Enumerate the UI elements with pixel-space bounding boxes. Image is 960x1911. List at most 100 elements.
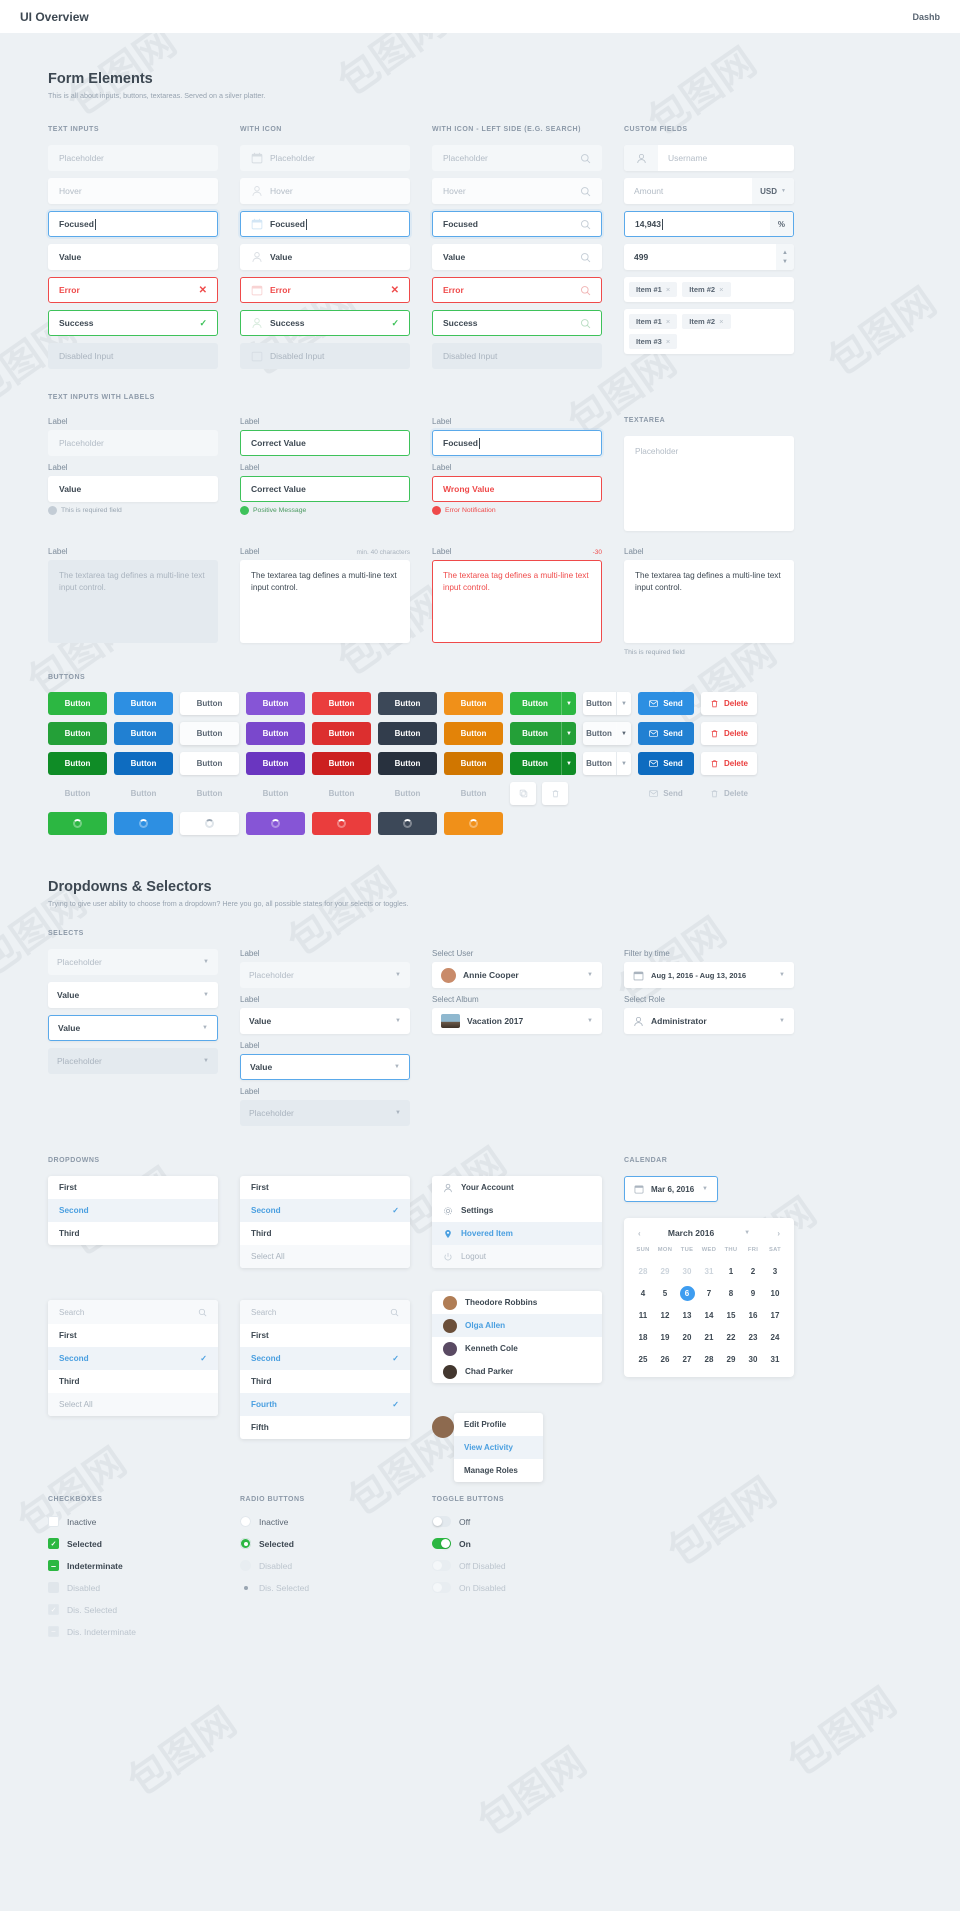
button-orange[interactable]: Button [444,692,503,715]
chevron-down-icon[interactable]: ▼ [561,722,576,745]
menu-item-settings[interactable]: Settings [432,1199,602,1222]
calendar-day[interactable]: 3 [764,1264,786,1279]
select-focused[interactable]: Value ▼ [48,1015,218,1041]
select-album[interactable]: Vacation 2017 ▼ [432,1008,602,1034]
button-red-hover[interactable]: Button [312,722,371,745]
custom-field-percent[interactable]: 14,943 % [624,211,794,237]
button-purple[interactable]: Button [246,692,305,715]
menu-item-view-activity[interactable]: View Activity [454,1436,543,1459]
calendar-day[interactable]: 28 [632,1264,654,1279]
button-white-active[interactable]: Button [180,752,239,775]
input-icon-focused[interactable]: Focused [240,211,410,237]
calendar-day[interactable]: 1 [720,1264,742,1279]
labeled-input-value[interactable]: Value [48,476,218,502]
dropdown-item-selected[interactable]: Second [48,1199,218,1222]
calendar-day[interactable]: 21 [698,1330,720,1345]
input-icon-hover[interactable]: Hover [240,178,410,204]
button-send[interactable]: Send [638,692,694,715]
dropdown-search-input[interactable]: Search [240,1300,410,1324]
input-icon-value[interactable]: Value [240,244,410,270]
dropdown-item-selected[interactable]: Second ✓ [48,1347,218,1370]
checkbox-icon[interactable] [48,1516,59,1527]
tag-input-row2[interactable]: Item #1 × Item #2 × Item #3 × [624,309,794,354]
dropdown-item-hovered[interactable]: Fourth ✓ [240,1393,410,1416]
labeled-select-value[interactable]: Value ▼ [240,1008,410,1034]
calendar-day[interactable]: 20 [676,1330,698,1345]
dropdown-search-input[interactable]: Search [48,1300,218,1324]
input-icon-placeholder[interactable]: Placeholder [240,145,410,171]
search-input-error[interactable]: Error [432,277,602,303]
select-role[interactable]: Administrator ▼ [624,1008,794,1034]
calendar-day[interactable]: 4 [632,1286,654,1301]
labeled-input-focused[interactable]: Focused [432,430,602,456]
dropdown-searchable[interactable]: Search First Second ✓ Third Select All [48,1300,218,1416]
calendar-day[interactable]: 9 [742,1286,764,1301]
radio-selected[interactable]: Selected [240,1538,410,1549]
button-red-active[interactable]: Button [312,752,371,775]
dropdown-item[interactable]: Third [48,1222,218,1245]
search-input-focused[interactable]: Focused [432,211,602,237]
toggle-on-icon[interactable] [432,1538,451,1549]
button-send-active[interactable]: Send [638,752,694,775]
dropdown-item[interactable]: Third [240,1370,410,1393]
currency-select[interactable]: USD ▼ [752,178,794,204]
stepper-up-icon[interactable]: ▲ [782,250,788,256]
custom-field-username[interactable]: Username [624,145,794,171]
filter-by-time-select[interactable]: Aug 1, 2016 - Aug 13, 2016 ▼ [624,962,794,988]
menu-item-manage-roles[interactable]: Manage Roles [454,1459,543,1482]
dropdown-people[interactable]: Theodore Robbins Olga Allen Kenneth Cole… [432,1291,602,1383]
calendar-panel[interactable]: ‹ March 2016 ▼ › SUN MON TUE WED THU FRI … [624,1218,794,1377]
button-green-split-active[interactable]: Button ▼ [510,752,576,775]
tag-chip[interactable]: Item #2 × [682,314,731,329]
toggle-off[interactable]: Off [432,1516,602,1527]
checkbox-selected[interactable]: ✓ Selected [48,1538,218,1549]
person-item[interactable]: Theodore Robbins [432,1291,602,1314]
button-send-hover[interactable]: Send [638,722,694,745]
stepper-controls[interactable]: ▲ ▼ [776,244,794,270]
button-green-split[interactable]: Button ▼ [510,692,576,715]
button-delete-active[interactable]: Delete [701,752,757,775]
input-icon-error[interactable]: Error ✕ [240,277,410,303]
avatar[interactable] [432,1416,454,1438]
checkbox-indeterminate-icon[interactable]: – [48,1560,59,1571]
labeled-input-correct-2[interactable]: Correct Value [240,476,410,502]
close-icon[interactable]: × [666,285,670,294]
search-input-hover[interactable]: Hover [432,178,602,204]
calendar-day[interactable]: 29 [654,1264,676,1279]
calendar-day[interactable]: 17 [764,1308,786,1323]
dropdown-simple[interactable]: First Second Third [48,1176,218,1245]
tag-chip[interactable]: Item #1 × [629,314,678,329]
button-delete-hover[interactable]: Delete [701,722,757,745]
dropdown-item[interactable]: First [240,1176,410,1199]
button-blue[interactable]: Button [114,692,173,715]
calendar-day[interactable]: 23 [742,1330,764,1345]
textarea-placeholder[interactable]: Placeholder [624,436,794,531]
profile-menu[interactable]: Edit Profile View Activity Manage Roles [454,1413,543,1482]
chevron-down-icon[interactable]: ▼ [561,752,576,775]
radio-inactive[interactable]: Inactive [240,1516,410,1527]
tag-chip[interactable]: Item #1 × [629,282,678,297]
stepper-down-icon[interactable]: ▼ [782,259,788,265]
tag-input-row1[interactable]: Item #1 × Item #2 × [624,277,794,302]
person-item[interactable]: Kenneth Cole [432,1337,602,1360]
dropdown-account-menu[interactable]: Your Account Settings Hovered Item Logou… [432,1176,602,1268]
textarea-value[interactable]: The textarea tag defines a multi-line te… [240,560,410,643]
input-value[interactable]: Value [48,244,218,270]
custom-field-amount[interactable]: Amount USD ▼ [624,178,794,204]
calendar-day[interactable]: 14 [698,1308,720,1323]
select-user[interactable]: Annie Cooper ▼ [432,962,602,988]
button-white-split[interactable]: Button ▼ [583,692,631,715]
search-input-success[interactable]: Success [432,310,602,336]
radio-selected-icon[interactable] [240,1538,251,1549]
dropdown-item[interactable]: Third [240,1222,410,1245]
calendar-day[interactable]: 13 [676,1308,698,1323]
person-item[interactable]: Chad Parker [432,1360,602,1383]
button-purple-hover[interactable]: Button [246,722,305,745]
calendar-next-button[interactable]: › [777,1229,780,1238]
dropdown-with-select-all[interactable]: First Second ✓ Third Select All [240,1176,410,1268]
calendar-day[interactable]: 30 [676,1264,698,1279]
calendar-day[interactable]: 12 [654,1308,676,1323]
chevron-down-icon[interactable]: ▼ [616,752,631,775]
toggle-icon[interactable] [432,1516,451,1527]
dropdown-item[interactable]: Fifth [240,1416,410,1439]
